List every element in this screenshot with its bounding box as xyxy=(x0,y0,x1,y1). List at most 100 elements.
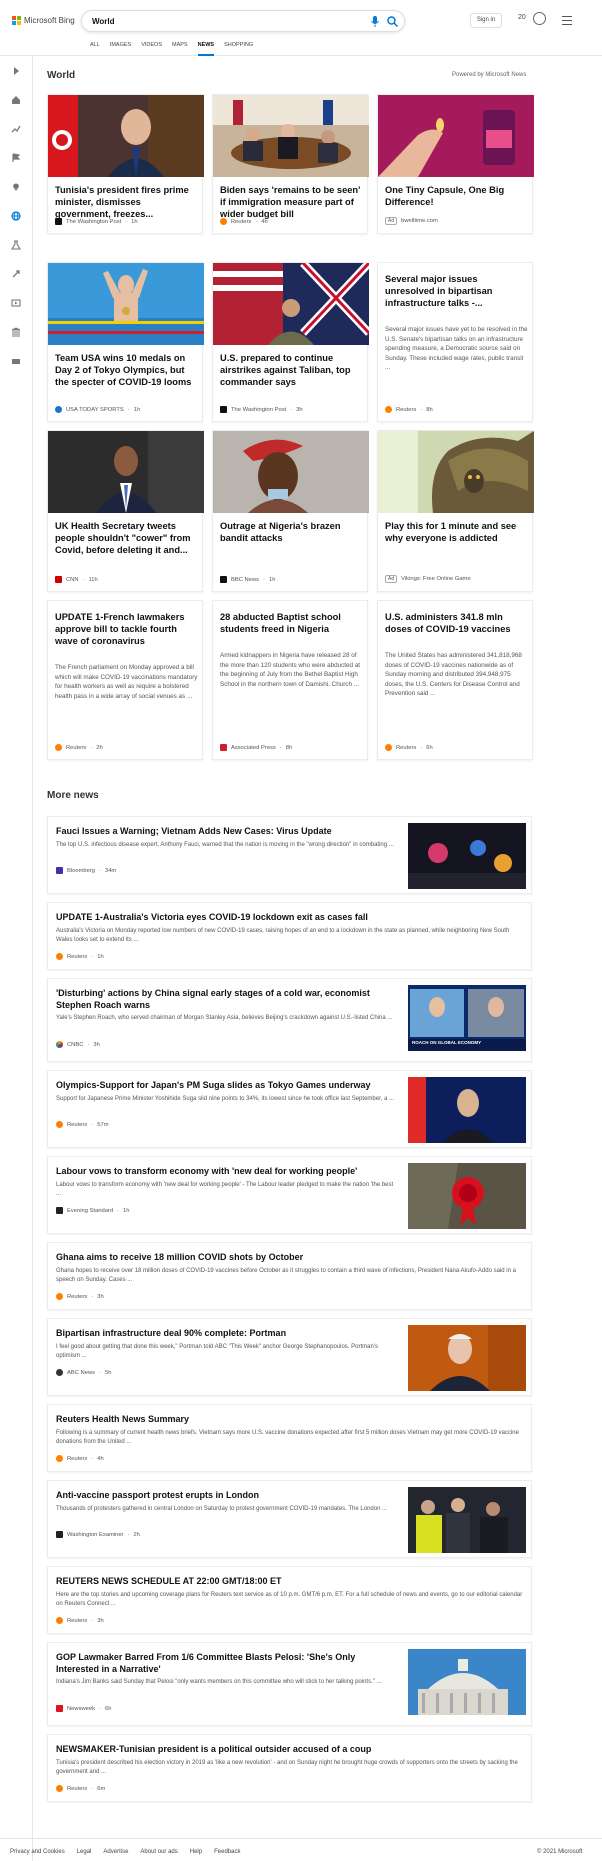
image-caption: ROACH ON GLOBAL ECONOMY xyxy=(412,1040,482,1045)
ad-card[interactable]: One Tiny Capsule, One Big Difference! Ad… xyxy=(377,94,534,234)
tab-all[interactable]: ALL xyxy=(90,42,110,56)
news-card[interactable]: U.S. prepared to continue airstrikes aga… xyxy=(212,262,369,422)
item-snippet: Yale's Stephen Roach, who served chairma… xyxy=(56,1015,393,1021)
tab-maps[interactable]: MAPS xyxy=(172,42,198,56)
item-snippet: Australia's Victoria on Monday reported … xyxy=(56,928,510,943)
card-source: BBC News · 1h xyxy=(220,576,275,583)
feedback-link[interactable]: Feedback xyxy=(214,1849,240,1855)
microphone-icon[interactable] xyxy=(371,16,379,29)
tab-videos[interactable]: VIDEOS xyxy=(141,42,172,56)
item-title[interactable]: 'Disturbing' actions by China signal ear… xyxy=(56,987,386,1011)
more-news-item[interactable]: GOP Lawmaker Barred From 1/6 Committee B… xyxy=(47,1642,532,1726)
card-title[interactable]: Biden says 'remains to be seen' if immig… xyxy=(220,184,362,220)
more-news-item[interactable]: Reuters Health News Summary Following is… xyxy=(47,1404,532,1472)
more-news-item[interactable]: REUTERS NEWS SCHEDULE AT 22:00 GMT/18:00… xyxy=(47,1566,532,1634)
item-title[interactable]: NEWSMAKER-Tunisian president is a politi… xyxy=(56,1743,526,1755)
item-title[interactable]: Reuters Health News Summary xyxy=(56,1413,526,1425)
news-card[interactable]: Team USA wins 10 medals on Day 2 of Toky… xyxy=(47,262,204,422)
news-card[interactable]: Several major issues unresolved in bipar… xyxy=(377,262,533,422)
more-news-item[interactable]: Bipartisan infrastructure deal 90% compl… xyxy=(47,1318,532,1396)
rewards-count[interactable]: 20 xyxy=(518,14,526,21)
card-title[interactable]: UK Health Secretary tweets people should… xyxy=(55,520,197,556)
item-title[interactable]: Fauci Issues a Warning; Vietnam Adds New… xyxy=(56,825,396,837)
search-tabs: ALL IMAGES VIDEOS MAPS NEWS SHOPPING xyxy=(90,42,263,56)
ad-card[interactable]: Play this for 1 minute and see why every… xyxy=(377,430,534,592)
item-source: Reuters · 4h xyxy=(56,1455,104,1462)
tab-images[interactable]: IMAGES xyxy=(110,42,141,56)
search-input[interactable]: World xyxy=(92,17,115,26)
flag-icon[interactable] xyxy=(11,153,21,163)
menu-icon[interactable] xyxy=(562,16,572,28)
item-title[interactable]: REUTERS NEWS SCHEDULE AT 22:00 GMT/18:00… xyxy=(56,1575,526,1587)
advertise-link[interactable]: Advertise xyxy=(103,1849,128,1855)
card-title[interactable]: Outrage at Nigeria's brazen bandit attac… xyxy=(220,520,362,544)
item-snippet: Support for Japanese Prime Minister Yosh… xyxy=(56,1096,395,1102)
video-icon[interactable] xyxy=(11,298,21,308)
item-title[interactable]: Anti-vaccine passport protest erupts in … xyxy=(56,1489,396,1501)
item-title[interactable]: Olympics-Support for Japan's PM Suga sli… xyxy=(56,1079,396,1091)
card-title[interactable]: Team USA wins 10 medals on Day 2 of Toky… xyxy=(55,352,197,388)
government-icon[interactable] xyxy=(11,327,21,337)
legal-link[interactable]: Legal xyxy=(77,1849,92,1855)
sign-in-button[interactable]: Sign in xyxy=(470,13,502,28)
news-card[interactable]: Tunisia's president fires prime minister… xyxy=(47,94,204,234)
more-news-item[interactable]: Olympics-Support for Japan's PM Suga sli… xyxy=(47,1070,532,1148)
help-link[interactable]: Help xyxy=(190,1849,202,1855)
home-icon[interactable] xyxy=(11,95,21,105)
item-title[interactable]: Ghana aims to receive 18 million COVID s… xyxy=(56,1251,526,1263)
science-icon[interactable] xyxy=(11,240,21,250)
tab-news[interactable]: NEWS xyxy=(197,42,225,56)
card-title[interactable]: Play this for 1 minute and see why every… xyxy=(385,520,527,544)
news-card[interactable]: UPDATE 1-French lawmakers approve bill t… xyxy=(47,600,203,760)
location-icon[interactable] xyxy=(11,182,21,192)
item-source: Reuters · 57m xyxy=(56,1121,109,1128)
search-icon[interactable] xyxy=(387,16,399,29)
more-news-item[interactable]: UPDATE 1-Australia's Victoria eyes COVID… xyxy=(47,902,532,970)
money-icon[interactable] xyxy=(11,356,21,366)
reuters-icon xyxy=(220,218,227,225)
washington-post-icon xyxy=(220,406,227,413)
more-news-item[interactable]: Fauci Issues a Warning; Vietnam Adds New… xyxy=(47,816,532,894)
more-news-item[interactable]: NEWSMAKER-Tunisian president is a politi… xyxy=(47,1734,532,1802)
trending-icon[interactable] xyxy=(11,124,21,134)
news-card[interactable]: U.S. administers 341.8 mln doses of COVI… xyxy=(377,600,533,760)
rocket-icon[interactable] xyxy=(11,269,21,279)
about-ads-link[interactable]: About our ads xyxy=(140,1849,177,1855)
item-source: CNBC · 3h xyxy=(56,1041,100,1048)
globe-icon[interactable] xyxy=(11,211,21,221)
item-snippet: Tunisia's president described his electi… xyxy=(56,1760,518,1775)
evening-standard-icon xyxy=(56,1207,63,1214)
more-news-item[interactable]: 'Disturbing' actions by China signal ear… xyxy=(47,978,532,1062)
card-title[interactable]: U.S. prepared to continue airstrikes aga… xyxy=(220,352,362,388)
privacy-link[interactable]: Privacy and Cookies xyxy=(10,1849,65,1855)
tab-shopping[interactable]: SHOPPING xyxy=(224,42,263,56)
search-box[interactable]: World xyxy=(81,10,405,32)
card-title[interactable]: UPDATE 1-French lawmakers approve bill t… xyxy=(55,611,197,647)
card-snippet: The French parliament on Monday approved… xyxy=(55,664,198,700)
expand-arrow-icon[interactable] xyxy=(11,66,21,76)
item-title[interactable]: Bipartisan infrastructure deal 90% compl… xyxy=(56,1327,396,1339)
more-news-item[interactable]: Ghana aims to receive 18 million COVID s… xyxy=(47,1242,532,1310)
news-card[interactable]: Biden says 'remains to be seen' if immig… xyxy=(212,94,369,234)
bing-logo[interactable]: Microsoft Bing xyxy=(12,16,75,25)
footer-links: Privacy and Cookies Legal Advertise Abou… xyxy=(10,1849,240,1855)
cnbc-icon xyxy=(56,1041,63,1048)
more-news-item[interactable]: Anti-vaccine passport protest erupts in … xyxy=(47,1480,532,1558)
news-card[interactable]: Outrage at Nigeria's brazen bandit attac… xyxy=(212,430,369,592)
item-title[interactable]: Labour vows to transform economy with 'n… xyxy=(56,1165,396,1177)
card-snippet: Armed kidnappers in Nigeria have release… xyxy=(220,652,361,688)
more-news-item[interactable]: Labour vows to transform economy with 'n… xyxy=(47,1156,532,1234)
card-title[interactable]: 28 abducted Baptist school students free… xyxy=(220,611,362,635)
item-snippet: Labour vows to transform economy with 'n… xyxy=(56,1182,394,1197)
item-title[interactable]: UPDATE 1-Australia's Victoria eyes COVID… xyxy=(56,911,526,923)
card-snippet: Several major issues have yet to be reso… xyxy=(385,326,528,371)
item-title[interactable]: GOP Lawmaker Barred From 1/6 Committee B… xyxy=(56,1651,396,1675)
card-title[interactable]: One Tiny Capsule, One Big Difference! xyxy=(385,184,527,208)
rewards-trophy-icon[interactable] xyxy=(533,12,546,25)
card-title[interactable]: Tunisia's president fires prime minister… xyxy=(55,184,197,220)
news-card[interactable]: UK Health Secretary tweets people should… xyxy=(47,430,204,592)
card-title[interactable]: U.S. administers 341.8 mln doses of COVI… xyxy=(385,611,527,635)
news-card[interactable]: 28 abducted Baptist school students free… xyxy=(212,600,368,760)
card-title[interactable]: Several major issues unresolved in bipar… xyxy=(385,273,527,309)
item-image xyxy=(408,1163,526,1229)
